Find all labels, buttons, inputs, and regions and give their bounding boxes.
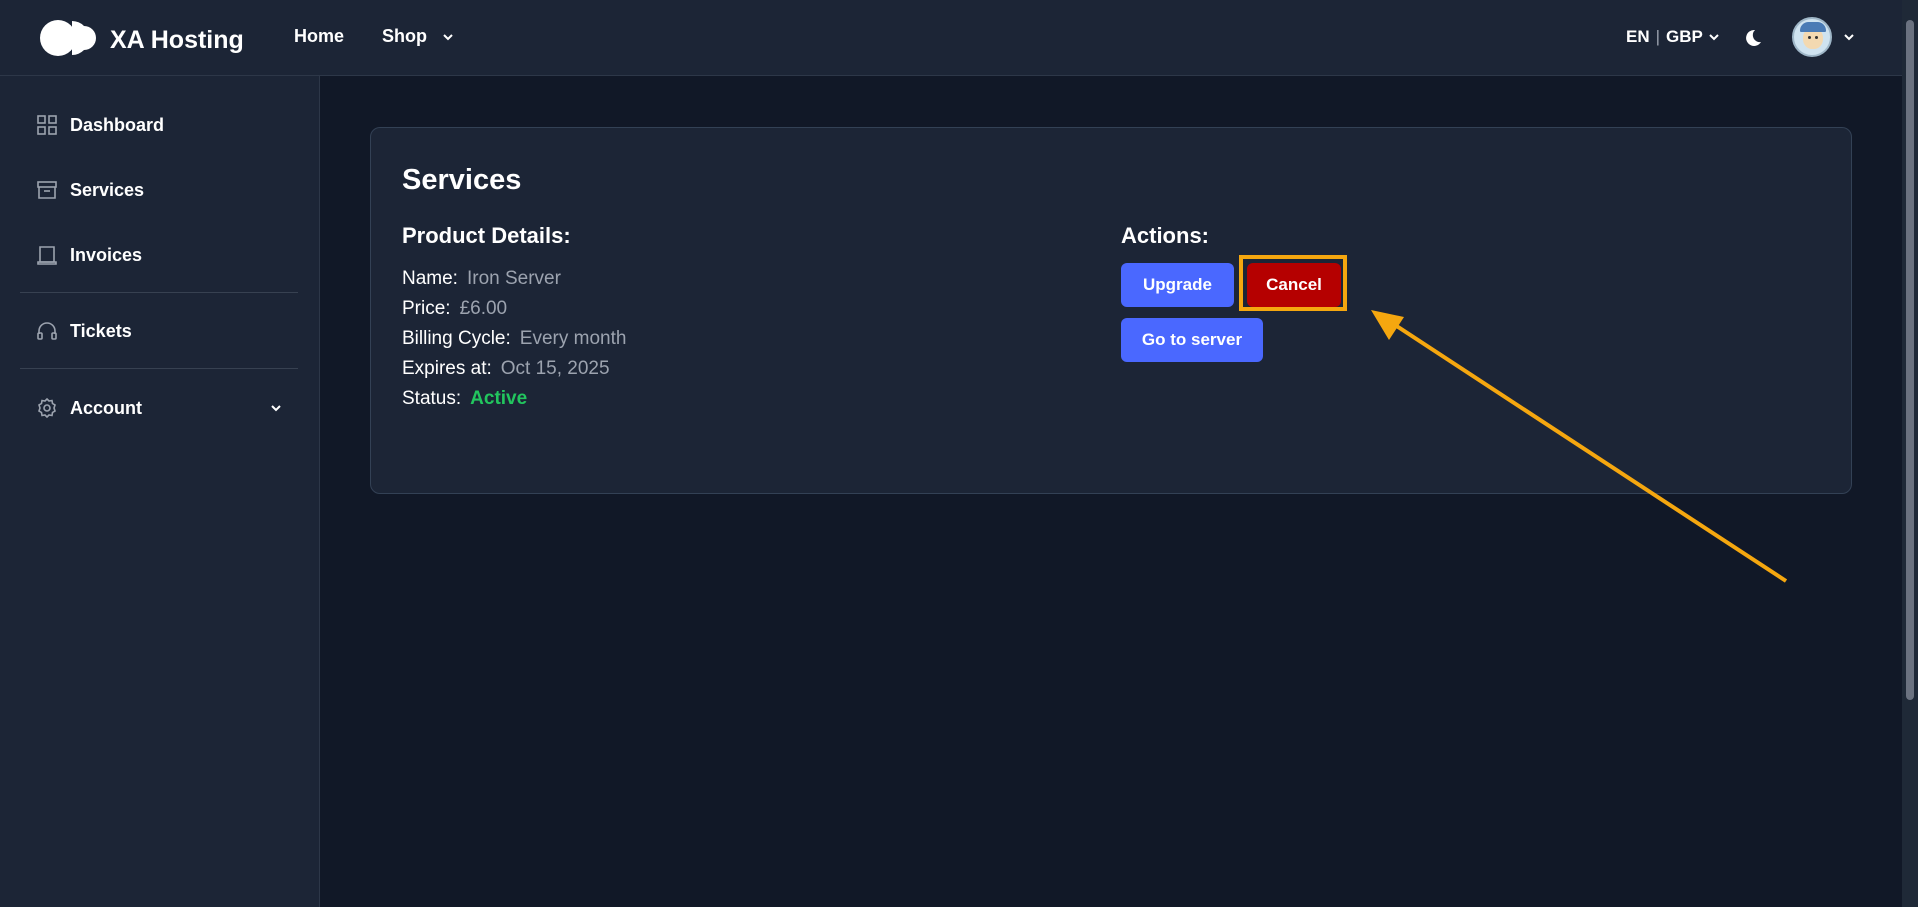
sidebar-item-label: Services (70, 179, 145, 200)
language-label: EN (1626, 27, 1650, 46)
detail-value: Oct 15, 2025 (500, 358, 610, 379)
go-to-server-button[interactable]: Go to server (1121, 318, 1263, 362)
currency-label: GBP (1666, 27, 1703, 46)
chevron-down-icon (441, 30, 455, 44)
detail-label: Billing Cycle: (402, 328, 511, 349)
avatar (1792, 17, 1832, 57)
sidebar-item-tickets[interactable]: Tickets (36, 320, 132, 342)
detail-billing-cycle: Billing Cycle: Every month (402, 328, 626, 350)
locale-selector[interactable]: EN | GBP (1626, 27, 1721, 47)
detail-value: Iron Server (466, 268, 561, 289)
sidebar-item-label: Dashboard (70, 114, 165, 135)
moon-icon[interactable] (1741, 27, 1763, 49)
detail-value: £6.00 (459, 298, 508, 319)
page-title: Services (402, 164, 522, 196)
grid-icon (36, 114, 58, 136)
chevron-down-icon (1842, 30, 1856, 44)
detail-name: Name: Iron Server (402, 268, 561, 290)
actions-heading: Actions: (1121, 223, 1209, 248)
sidebar-item-label: Invoices (70, 244, 143, 265)
detail-label: Price: (402, 298, 451, 319)
chevron-down-icon (1707, 30, 1721, 44)
detail-label: Expires at: (402, 358, 492, 379)
sidebar-divider (20, 292, 298, 293)
detail-price: Price: £6.00 (402, 298, 507, 320)
top-navbar: XA Hosting Home Shop EN | GBP (0, 0, 1918, 76)
nav-shop-label: Shop (382, 26, 427, 46)
receipt-icon (36, 244, 58, 266)
detail-value: Every month (519, 328, 627, 349)
logo-icon (38, 18, 100, 63)
brand-name: XA Hosting (110, 26, 244, 54)
sidebar-item-account[interactable]: Account (36, 397, 283, 419)
archive-box-icon (36, 179, 58, 201)
nav-home-link[interactable]: Home (294, 26, 344, 47)
scrollbar[interactable] (1902, 0, 1918, 907)
upgrade-button[interactable]: Upgrade (1121, 263, 1234, 307)
chevron-down-icon (269, 401, 283, 415)
nav-shop-dropdown[interactable]: Shop (382, 26, 455, 47)
detail-status: Status: Active (402, 388, 527, 410)
sidebar-divider (20, 368, 298, 369)
locale-separator: | (1655, 27, 1661, 46)
gear-icon (36, 397, 58, 419)
service-card: Services Product Details: Name: Iron Ser… (370, 127, 1852, 494)
cancel-button[interactable]: Cancel (1247, 263, 1341, 307)
headset-icon (36, 320, 58, 342)
sidebar-item-services[interactable]: Services (36, 179, 144, 201)
status-badge: Active (470, 388, 528, 409)
sidebar: Dashboard Services Invoices Tickets Acco… (0, 76, 320, 907)
sidebar-item-label: Tickets (70, 320, 132, 341)
detail-label: Name: (402, 268, 458, 289)
sidebar-item-label: Account (70, 397, 142, 418)
user-menu[interactable] (1792, 17, 1856, 57)
sidebar-item-invoices[interactable]: Invoices (36, 244, 142, 266)
logo[interactable]: XA Hosting (38, 18, 244, 63)
detail-expires: Expires at: Oct 15, 2025 (402, 358, 610, 380)
product-details-heading: Product Details: (402, 223, 571, 248)
detail-label: Status: (402, 388, 462, 409)
scrollbar-thumb[interactable] (1906, 20, 1914, 700)
sidebar-item-dashboard[interactable]: Dashboard (36, 114, 164, 136)
